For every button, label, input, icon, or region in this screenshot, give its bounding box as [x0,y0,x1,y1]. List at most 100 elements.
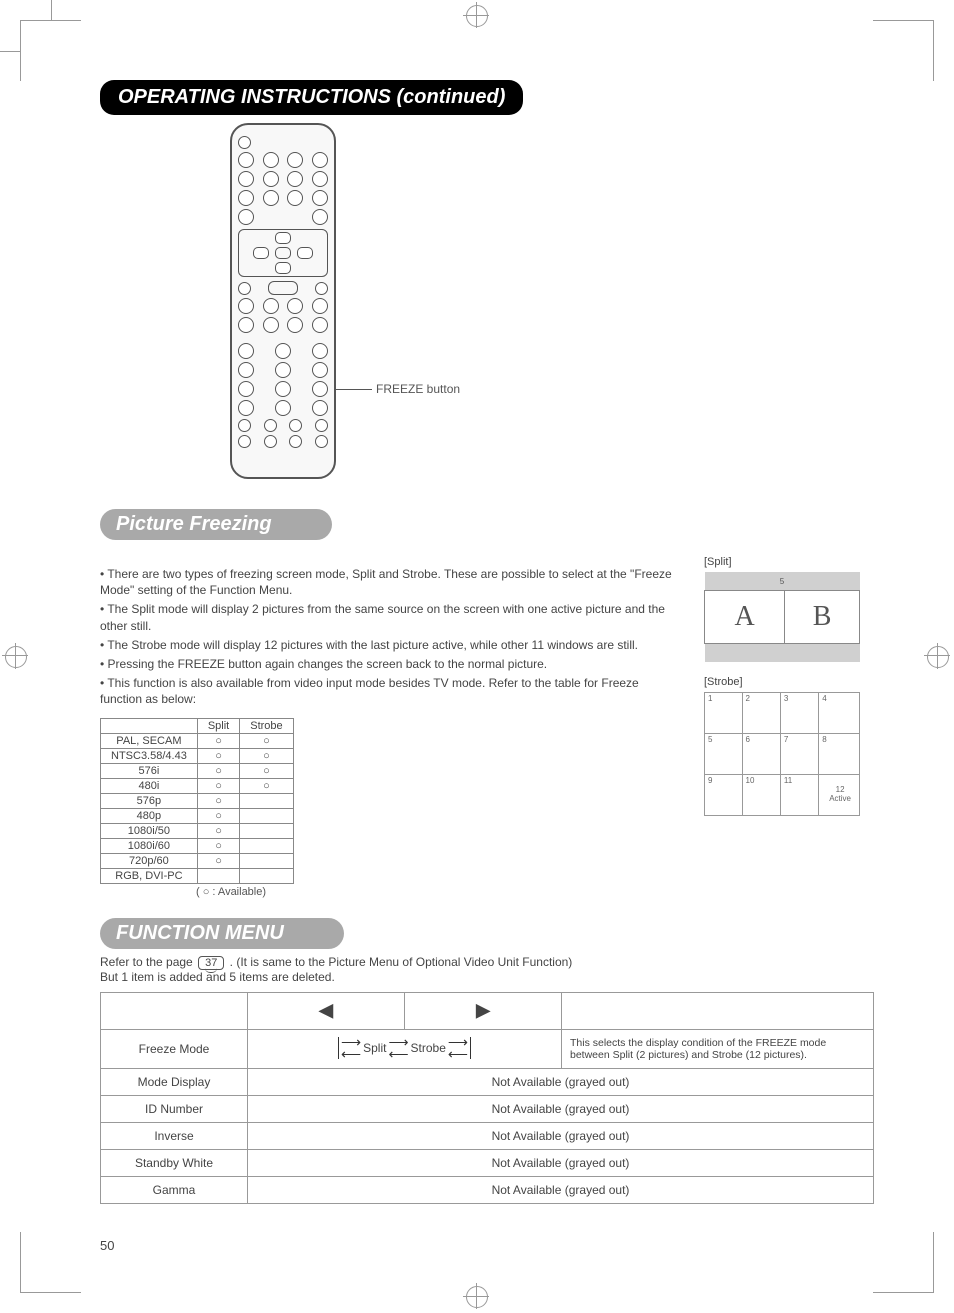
cell-split [197,733,239,748]
cell-strobe [240,853,293,868]
table-row: GammaNot Available (grayed out) [101,1177,874,1204]
table-row: RGB, DVI-PC [101,868,294,883]
split-diagram: [Split] 5 A B [704,556,874,662]
strobe-label: [Strobe] [704,676,874,688]
table-row: InverseNot Available (grayed out) [101,1123,874,1150]
cell-split [197,853,239,868]
grayed-out-cell: Not Available (grayed out) [248,1123,874,1150]
strobe-cell: 5 [705,734,743,775]
remote-diagram [230,123,336,479]
table-row: NTSC3.58/4.43 [101,748,294,763]
cell-split [197,748,239,763]
row-label: 720p/60 [101,853,198,868]
cell-strobe [240,778,293,793]
th-strobe: Strobe [240,718,293,733]
strobe-cell: 4 [819,693,860,734]
cell-split [197,778,239,793]
intro-text: But 1 item is added and 5 items are dele… [100,970,335,984]
cell-split [197,763,239,778]
strobe-cell: 7 [780,734,818,775]
right-arrow-icon: ▶ [476,1000,490,1020]
grayed-out-cell: Not Available (grayed out) [248,1150,874,1177]
split-label: [Split] [704,556,874,568]
strobe-diagram: [Strobe] 123456789101112 Active [704,676,874,816]
row-label: RGB, DVI-PC [101,868,198,883]
cell-strobe [240,823,293,838]
table-row: 1080i/50 [101,823,294,838]
cell-split [197,868,239,883]
strobe-cell: 11 [780,775,818,816]
page-reference: 37 [198,956,224,970]
table-row: PAL, SECAM [101,733,294,748]
row-label: 480i [101,778,198,793]
row-label: 480p [101,808,198,823]
row-name: Gamma [101,1177,248,1204]
page-number: 50 [100,1238,114,1253]
bullet: The Strobe mode will display 12 pictures… [100,637,680,653]
function-menu-intro: Refer to the page 37 . (It is same to th… [100,955,874,984]
cell-split [197,823,239,838]
table-row: 480p [101,808,294,823]
table-row: Mode DisplayNot Available (grayed out) [101,1069,874,1096]
split-a: A [705,591,785,644]
cell-split [197,793,239,808]
split-caption: 5 [705,572,860,591]
row-label: 1080i/60 [101,838,198,853]
table-row: 576i [101,763,294,778]
strobe-cell: 12 Active [819,775,860,816]
table-row: Freeze Mode Split Strobe This selects th… [101,1029,874,1069]
cell-split [197,808,239,823]
freeze-description-list: There are two types of freezing screen m… [100,566,680,708]
row-name: Freeze Mode [101,1029,248,1069]
intro-text: Refer to the page [100,955,196,969]
strobe-cell: 2 [742,693,780,734]
strobe-cell: 1 [705,693,743,734]
table-row: 480i [101,778,294,793]
cell-strobe [240,793,293,808]
section-title: OPERATING INSTRUCTIONS (continued) [100,80,523,115]
table-row: Standby WhiteNot Available (grayed out) [101,1150,874,1177]
table-row: ID NumberNot Available (grayed out) [101,1096,874,1123]
table-row: 576p [101,793,294,808]
split-b: B [785,591,860,644]
cell-strobe [240,808,293,823]
strobe-cell: 3 [780,693,818,734]
value-cell: Split Strobe [248,1029,562,1069]
grayed-out-cell: Not Available (grayed out) [248,1177,874,1204]
th-split: Split [197,718,239,733]
row-name: ID Number [101,1096,248,1123]
row-label: 576p [101,793,198,808]
row-name: Inverse [101,1123,248,1150]
cell-strobe [240,838,293,853]
callout-line [336,389,372,390]
grayed-out-cell: Not Available (grayed out) [248,1069,874,1096]
freeze-button-callout: FREEZE button [376,382,460,396]
bullet: Pressing the FREEZE button again changes… [100,656,680,672]
cell-split [197,838,239,853]
strobe-cell: 10 [742,775,780,816]
picture-freezing-title: Picture Freezing [100,509,332,540]
bullet: The Split mode will display 2 pictures f… [100,601,680,633]
row-label: 576i [101,763,198,778]
left-arrow-icon: ◀ [319,1000,333,1020]
table-row: 720p/60 [101,853,294,868]
cell-strobe [240,748,293,763]
bullet: This function is also available from vid… [100,675,680,707]
table-legend: ( ○ : Available) [100,886,396,898]
function-menu-table: ◀ ▶ Freeze Mode Split Strobe This select… [100,992,874,1205]
freeze-button [312,317,328,333]
cell-strobe [240,733,293,748]
row-name: Mode Display [101,1069,248,1096]
strobe-cell: 6 [742,734,780,775]
function-menu-title: FUNCTION MENU [100,918,344,949]
row-label: NTSC3.58/4.43 [101,748,198,763]
row-name: Standby White [101,1150,248,1177]
th-blank [101,718,198,733]
strobe-cell: 9 [705,775,743,816]
freeze-availability-table: Split Strobe PAL, SECAMNTSC3.58/4.43576i… [100,718,294,884]
row-label: PAL, SECAM [101,733,198,748]
cell-strobe [240,868,293,883]
desc-cell: This selects the display condition of th… [562,1029,874,1069]
table-row: 1080i/60 [101,838,294,853]
cell-strobe [240,763,293,778]
